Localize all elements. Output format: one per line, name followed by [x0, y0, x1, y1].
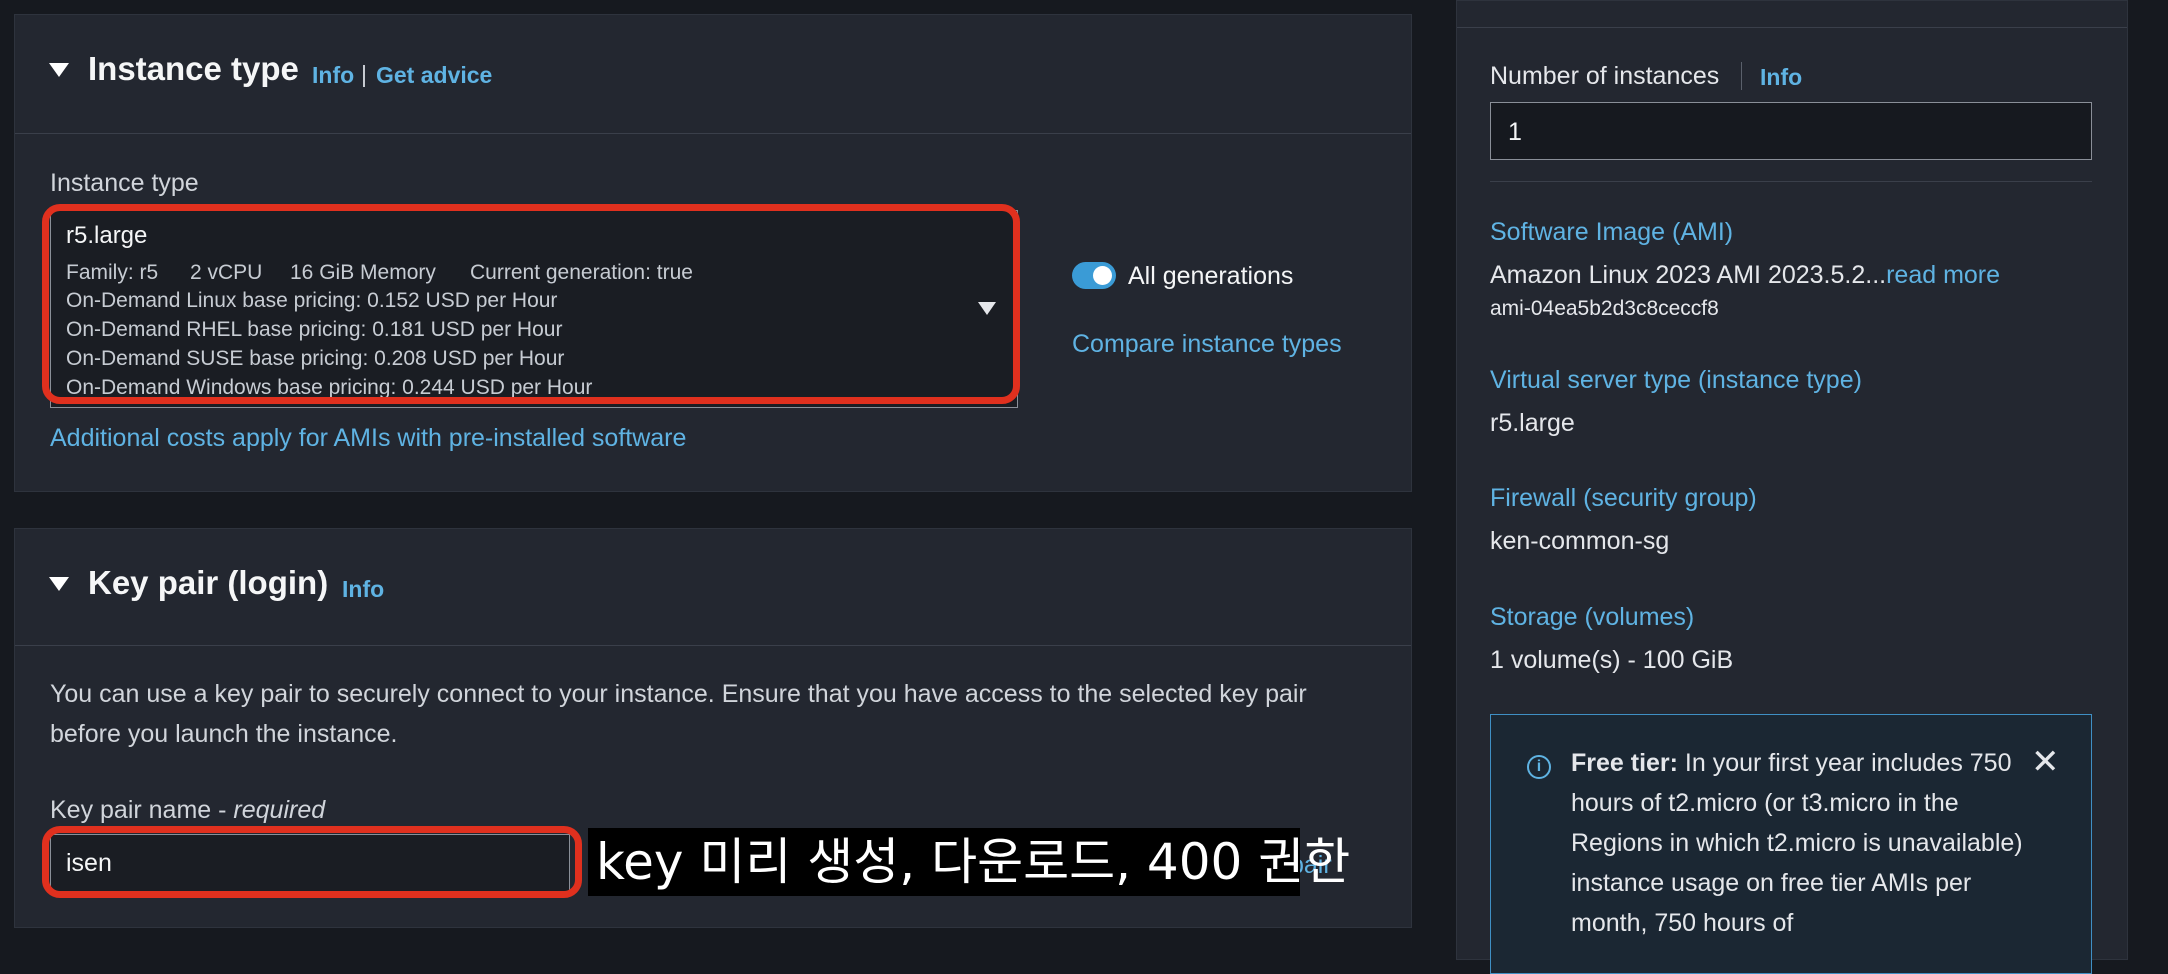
collapse-triangle-icon[interactable] [49, 63, 69, 77]
all-generations-label: All generations [1128, 262, 1294, 290]
instance-type-info-link[interactable]: Info [312, 62, 354, 89]
free-tier-body: In your first year includes 750 hours of… [1571, 749, 2023, 937]
video-caption: key 미리 생성, 다운로드, 400 권한 [588, 828, 1350, 896]
server-type-label-link[interactable]: Virtual server type (instance type) [1490, 366, 1862, 395]
free-tier-bold: Free tier: [1571, 749, 1678, 777]
key-pair-description-line-2: before you launch the instance. [50, 720, 398, 748]
summary-top-divider [1457, 27, 2127, 28]
close-icon[interactable]: ✕ [2031, 745, 2060, 779]
free-tier-alert: i ✕ Free tier: In your first year includ… [1490, 714, 2092, 974]
number-of-instances-info-link[interactable]: Info [1760, 64, 1802, 91]
number-of-instances-label: Number of instances [1490, 62, 1720, 90]
storage-value: 1 volume(s) - 100 GiB [1490, 646, 1734, 674]
instance-type-title: Instance type [88, 50, 299, 87]
key-pair-info-link[interactable]: Info [342, 576, 384, 603]
highlight-box-instance-type [42, 204, 1020, 404]
summary-divider [1490, 181, 2092, 182]
instance-type-field-label: Instance type [50, 169, 199, 197]
link-separator: | [361, 61, 367, 87]
all-generations-toggle[interactable] [1072, 262, 1116, 289]
additional-costs-link[interactable]: Additional costs apply for AMIs with pre… [50, 424, 686, 453]
label-divider [1741, 62, 1742, 90]
get-advice-link[interactable]: Get advice [376, 62, 492, 89]
key-pair-field-label: Key pair name - required [50, 796, 325, 825]
toggle-knob [1093, 266, 1112, 285]
server-type-value: r5.large [1490, 409, 1575, 437]
key-pair-title: Key pair (login) [88, 564, 329, 601]
key-pair-description-line-1: You can use a key pair to securely conne… [50, 680, 1307, 708]
key-pair-label-text: Key pair name - [50, 796, 234, 824]
ami-name: Amazon Linux 2023 AMI 2023.5.2... [1490, 261, 1887, 289]
number-of-instances-value: 1 [1508, 118, 1522, 146]
highlight-box-key-pair [42, 826, 582, 898]
storage-label-link[interactable]: Storage (volumes) [1490, 603, 1694, 632]
firewall-value: ken-common-sg [1490, 527, 1670, 555]
info-circle-icon: i [1527, 755, 1551, 779]
ami-label-link[interactable]: Software Image (AMI) [1490, 218, 1733, 247]
ami-value: Amazon Linux 2023 AMI 2023.5.2...read mo… [1490, 261, 2000, 290]
firewall-label-link[interactable]: Firewall (security group) [1490, 484, 1757, 513]
number-of-instances-input[interactable] [1490, 102, 2092, 160]
required-marker: required [233, 796, 326, 824]
ami-read-more-link[interactable]: read more [1886, 261, 2000, 289]
compare-instance-types-link[interactable]: Compare instance types [1072, 330, 1342, 359]
ami-id: ami-04ea5b2d3c8ceccf8 [1490, 297, 1719, 320]
collapse-triangle-icon[interactable] [49, 577, 69, 591]
free-tier-text: Free tier: In your first year includes 7… [1571, 743, 2031, 943]
